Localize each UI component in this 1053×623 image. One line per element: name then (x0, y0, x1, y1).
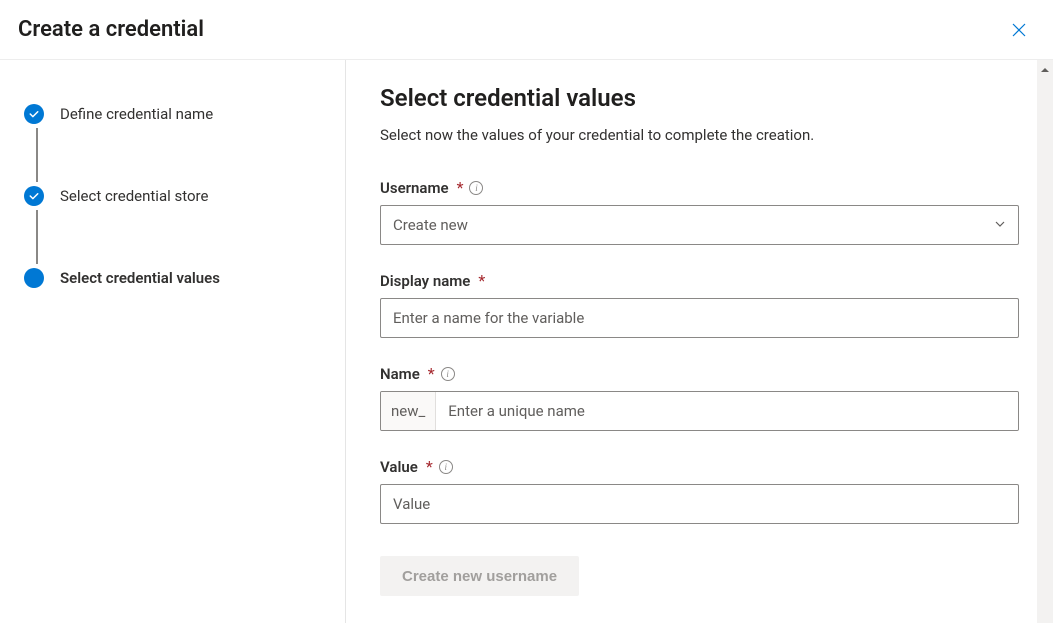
create-new-username-button[interactable]: Create new username (380, 556, 579, 596)
display-name-input[interactable] (380, 298, 1019, 338)
step-label: Select credential store (60, 187, 208, 205)
panel-subtitle: Select now the values of your credential… (380, 126, 1019, 144)
field-label-row: Value * i (380, 457, 1019, 476)
main-panel: Select credential values Select now the … (346, 60, 1053, 623)
chevron-down-icon (994, 216, 1006, 234)
step-done-icon (24, 104, 44, 124)
step-select-credential-values[interactable]: Select credential values (24, 264, 325, 292)
dialog-create-credential: Create a credential Define credential na… (0, 0, 1053, 623)
field-display-name: Display name * (380, 271, 1019, 338)
field-label-row: Username * i (380, 178, 1019, 197)
dialog-body: Define credential name Select credential… (0, 60, 1053, 623)
dialog-header: Create a credential (0, 0, 1053, 60)
close-button[interactable] (1003, 14, 1035, 46)
dialog-title: Create a credential (18, 17, 1003, 42)
scroll-up-icon[interactable] (1037, 60, 1053, 80)
stepper: Define credential name Select credential… (0, 60, 346, 623)
field-label-row: Display name * (380, 271, 1019, 290)
value-input[interactable] (380, 484, 1019, 524)
info-icon[interactable]: i (441, 367, 455, 381)
field-name: Name * i new_ (380, 364, 1019, 431)
step-connector (36, 210, 38, 264)
name-input-group: new_ (380, 391, 1019, 431)
field-label: Value (380, 458, 418, 476)
field-value: Value * i (380, 457, 1019, 524)
step-label: Select credential values (60, 269, 220, 287)
name-input[interactable] (436, 392, 1018, 430)
step-select-credential-store[interactable]: Select credential store (24, 182, 325, 210)
required-marker: * (478, 271, 485, 290)
close-icon (1011, 22, 1027, 38)
scrollbar-track[interactable] (1037, 60, 1053, 623)
field-label: Display name (380, 272, 470, 290)
step-current-icon (24, 268, 44, 288)
username-select[interactable]: Create new (380, 205, 1019, 245)
required-marker: * (426, 457, 433, 476)
info-icon[interactable]: i (439, 460, 453, 474)
name-prefix: new_ (381, 392, 436, 430)
required-marker: * (428, 364, 435, 383)
required-marker: * (457, 178, 464, 197)
step-done-icon (24, 186, 44, 206)
field-label: Name (380, 365, 420, 383)
panel-title: Select credential values (380, 84, 1019, 112)
info-icon[interactable]: i (469, 181, 483, 195)
username-select-value: Create new (393, 206, 1006, 244)
field-label-row: Name * i (380, 364, 1019, 383)
field-username: Username * i Create new (380, 178, 1019, 245)
step-connector (36, 128, 38, 182)
step-define-credential-name[interactable]: Define credential name (24, 100, 325, 128)
step-label: Define credential name (60, 105, 213, 123)
field-label: Username (380, 179, 449, 197)
